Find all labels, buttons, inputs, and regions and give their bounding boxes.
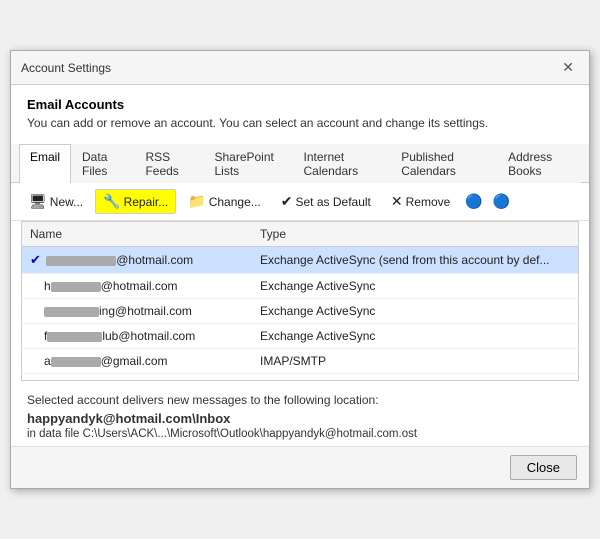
tab-email[interactable]: Email <box>19 144 71 183</box>
new-label: New... <box>50 195 83 209</box>
move-down-button[interactable]: 🔵 <box>490 191 513 212</box>
table-row[interactable]: flub@hotmail.com Exchange ActiveSync <box>22 324 578 349</box>
tab-rss-feeds[interactable]: RSS Feeds <box>134 144 203 183</box>
check-icon: ✔ <box>30 252 41 267</box>
account-name-cell: a@gmail.com <box>22 352 252 370</box>
footer-location: happyandyk@hotmail.com\Inbox <box>27 411 573 426</box>
table-row[interactable]: a@gmail.com IMAP/SMTP <box>22 349 578 374</box>
tab-bar: Email Data Files RSS Feeds SharePoint Li… <box>11 144 589 183</box>
account-type-cell: Exchange ActiveSync <box>252 327 578 345</box>
section-description: You can add or remove an account. You ca… <box>27 116 573 130</box>
tab-sharepoint-lists[interactable]: SharePoint Lists <box>203 144 292 183</box>
title-bar: Account Settings ✕ <box>11 51 589 85</box>
blurred-name <box>46 256 116 266</box>
blurred-name <box>51 357 101 367</box>
repair-button[interactable]: 🔧 Repair... <box>95 189 176 214</box>
blurred-name <box>51 282 101 292</box>
account-type-cell: Exchange ActiveSync (send from this acco… <box>252 251 578 269</box>
change-icon: 📁 <box>188 193 205 210</box>
tab-data-files[interactable]: Data Files <box>71 144 134 183</box>
tab-published-calendars[interactable]: Published Calendars <box>390 144 497 183</box>
remove-icon: ✕ <box>391 193 403 210</box>
change-button[interactable]: 📁 Change... <box>180 189 268 214</box>
dialog-title: Account Settings <box>21 61 111 75</box>
section-title: Email Accounts <box>27 97 573 112</box>
table-body: ✔ @hotmail.com Exchange ActiveSync (send… <box>22 247 578 374</box>
remove-button[interactable]: ✕ Remove <box>383 189 458 214</box>
account-type-cell: IMAP/SMTP <box>252 352 578 370</box>
account-name-cell: h@hotmail.com <box>22 277 252 295</box>
col-header-name: Name <box>22 225 252 243</box>
repair-label: Repair... <box>124 195 169 209</box>
close-button[interactable]: Close <box>510 455 577 480</box>
repair-icon: 🔧 <box>103 193 120 210</box>
new-button[interactable]: 🖥 New... <box>21 189 91 214</box>
move-up-button[interactable]: 🔵 <box>462 191 485 212</box>
title-close-button[interactable]: ✕ <box>557 57 579 78</box>
remove-label: Remove <box>406 195 451 209</box>
footer-filepath: in data file C:\Users\ACK\...\Microsoft\… <box>27 428 573 440</box>
table-row[interactable]: h@hotmail.com Exchange ActiveSync <box>22 274 578 299</box>
change-label: Change... <box>209 195 261 209</box>
col-header-type: Type <box>252 225 578 243</box>
blurred-name <box>47 332 102 342</box>
new-icon: 🖥 <box>29 193 47 210</box>
account-name-cell: ✔ @hotmail.com <box>22 250 252 270</box>
table-row[interactable]: ✔ @hotmail.com Exchange ActiveSync (send… <box>22 247 578 274</box>
default-label: Set as Default <box>296 195 371 209</box>
toolbar: 🖥 New... 🔧 Repair... 📁 Change... ✔ Set a… <box>11 183 589 221</box>
section-header: Email Accounts You can add or remove an … <box>11 85 589 134</box>
accounts-table: Name Type ✔ @hotmail.com Exchange Active… <box>21 221 579 381</box>
account-name-cell: ing@hotmail.com <box>22 302 252 320</box>
set-default-button[interactable]: ✔ Set as Default <box>273 189 379 214</box>
account-name-cell: flub@hotmail.com <box>22 327 252 345</box>
tab-address-books[interactable]: Address Books <box>497 144 581 183</box>
blurred-name <box>44 307 99 317</box>
footer-info: Selected account delivers new messages t… <box>11 381 589 446</box>
table-row[interactable]: ing@hotmail.com Exchange ActiveSync <box>22 299 578 324</box>
footer-description: Selected account delivers new messages t… <box>27 393 573 407</box>
default-icon: ✔ <box>281 193 293 210</box>
account-type-cell: Exchange ActiveSync <box>252 277 578 295</box>
account-settings-dialog: Account Settings ✕ Email Accounts You ca… <box>10 50 590 489</box>
table-header: Name Type <box>22 222 578 247</box>
dialog-footer: Close <box>11 446 589 488</box>
account-type-cell: Exchange ActiveSync <box>252 302 578 320</box>
tab-internet-calendars[interactable]: Internet Calendars <box>292 144 390 183</box>
